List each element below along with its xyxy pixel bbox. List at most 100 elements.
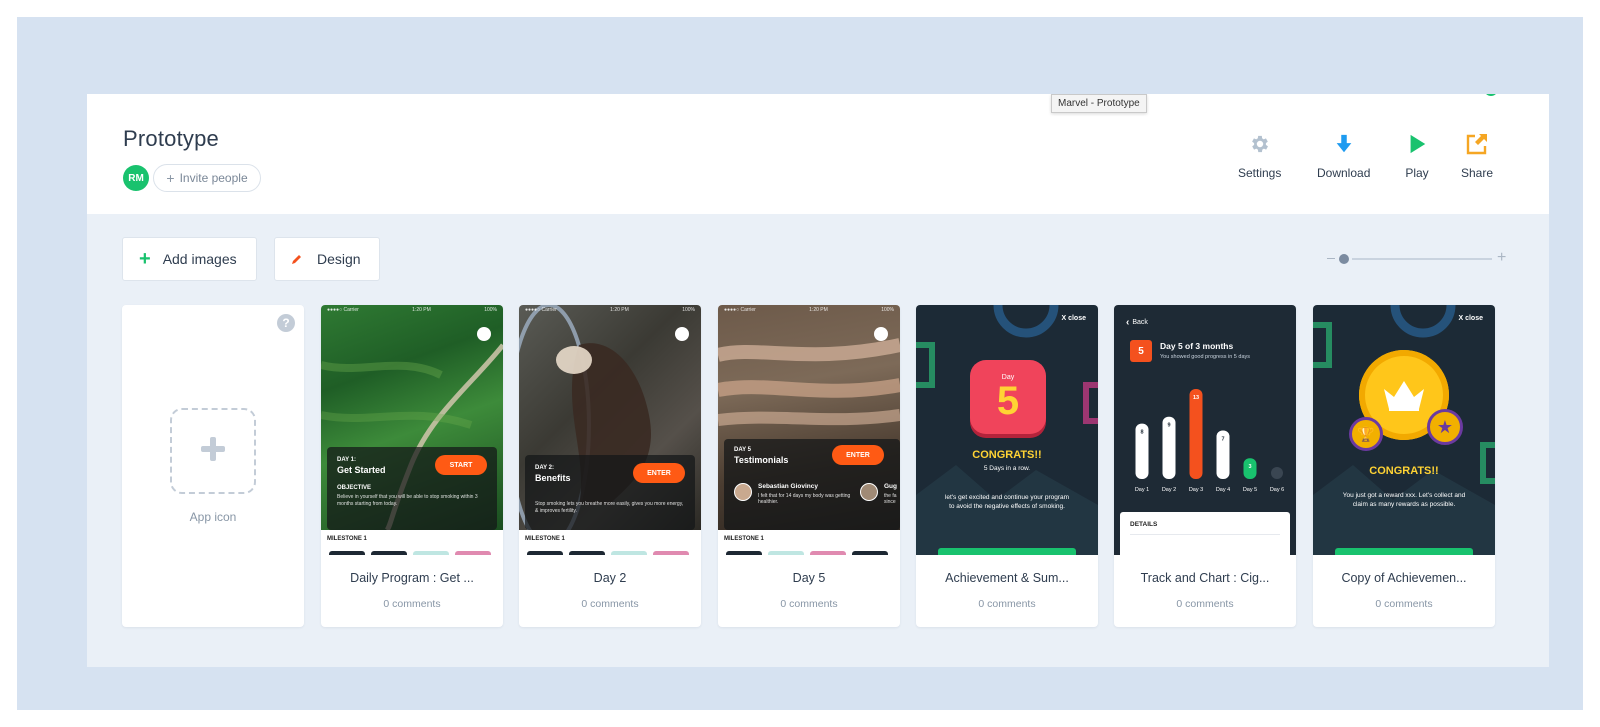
chart-subtitle: You showed good progress in 5 days — [1160, 354, 1250, 360]
chart-value-label: 13 — [1193, 395, 1199, 401]
close-link: X close — [1061, 315, 1086, 322]
chart-value-label: 9 — [1167, 423, 1170, 429]
play-button[interactable]: Play — [1405, 132, 1429, 180]
zoom-slider-handle[interactable] — [1339, 254, 1349, 264]
share-button[interactable]: Share — [1461, 132, 1493, 180]
testimonial-quote: I felt that for 14 days my body was gett… — [758, 493, 851, 505]
plus-icon: + — [166, 170, 175, 186]
screen-card[interactable]: ●●●●○ Carrier 1:20 PM 100% DAY 5 Testimo… — [718, 305, 900, 627]
battery-text: 100% — [484, 307, 497, 313]
start-button: START — [435, 455, 487, 475]
tooltip: Marvel - Prototype — [1051, 94, 1147, 113]
project-header: Prototype RM + Invite people Settings Do… — [87, 94, 1549, 214]
chart-value-label: 7 — [1221, 437, 1224, 443]
day-number-badge: 5 — [1130, 340, 1152, 362]
download-button[interactable]: Download — [1317, 132, 1370, 180]
chart-tick-label: Day 1 — [1135, 487, 1149, 493]
screen-title[interactable]: Day 5 — [718, 571, 900, 585]
battery-text: 100% — [682, 307, 695, 313]
plus-icon: + — [139, 248, 151, 270]
screen-card[interactable]: ●●●●○ Carrier 1:20 PM 100% DAY 2: Benefi… — [519, 305, 701, 627]
screen-card[interactable]: X close Day 5 CONGRATS!! 5 Days in a row… — [916, 305, 1098, 627]
cta-button — [1335, 548, 1473, 555]
carrier-text: ●●●●○ Carrier — [525, 307, 557, 313]
comments-count[interactable]: 0 comments — [1114, 598, 1296, 610]
testimonial-name: Sebastian Giovincy — [758, 483, 818, 490]
design-label: Design — [317, 251, 361, 267]
screen-thumbnail[interactable]: ●●●●○ Carrier 1:20 PM 100% DAY 2: Benefi… — [519, 305, 701, 555]
chart-value-label: 3 — [1248, 464, 1251, 470]
carrier-text: ●●●●○ Carrier — [327, 307, 359, 313]
invite-label: Invite people — [179, 171, 248, 185]
objective-label: OBJECTIVE — [337, 485, 372, 491]
testimonial-quote: the fa since — [884, 493, 897, 505]
screen-title[interactable]: Track and Chart : Cig... — [1114, 571, 1296, 585]
chart-bar — [1189, 389, 1203, 479]
program-panel: DAY 2: Benefits Stop smoking lets you br… — [525, 455, 695, 530]
screen-thumbnail[interactable]: ‹ Back 5 Day 5 of 3 months You showed go… — [1114, 305, 1296, 555]
screen-thumbnail[interactable]: X close 🏆 ★ CONGRATS!! You just got a re… — [1313, 305, 1495, 555]
day-badge: Day 5 — [970, 360, 1046, 434]
chart-tick-label: Day 5 — [1243, 487, 1257, 493]
invite-people-button[interactable]: + Invite people — [153, 164, 261, 192]
screen-title[interactable]: Achievement & Sum... — [916, 571, 1098, 585]
screen-thumbnail[interactable]: X close Day 5 CONGRATS!! 5 Days in a row… — [916, 305, 1098, 555]
congrats-subtitle: 5 Days in a row. — [983, 465, 1031, 472]
screen-thumbnail[interactable]: ●●●●○ Carrier 1:20 PM 100% DAY 1: Get St… — [321, 305, 503, 555]
screen-title[interactable]: Copy of Achievemen... — [1313, 571, 1495, 585]
chart-tick-label: Day 3 — [1189, 487, 1203, 493]
chart-bar — [1271, 467, 1283, 479]
zoom-out-icon[interactable] — [1327, 258, 1335, 259]
comments-count[interactable]: 0 comments — [1313, 598, 1495, 610]
screen-card[interactable]: X close 🏆 ★ CONGRATS!! You just got a re… — [1313, 305, 1495, 627]
help-icon[interactable]: ? — [277, 314, 295, 332]
cta-button — [938, 548, 1076, 555]
project-window: Prototype RM + Invite people Settings Do… — [87, 94, 1549, 667]
star-badge-icon: ★ — [1427, 409, 1463, 445]
settings-label: Settings — [1238, 166, 1282, 180]
trophy-badge-icon: 🏆 — [1349, 417, 1383, 451]
status-bar: ●●●●○ Carrier 1:20 PM 100% — [321, 305, 503, 315]
screen-card[interactable]: ‹ Back 5 Day 5 of 3 months You showed go… — [1114, 305, 1296, 627]
plus-icon — [200, 436, 226, 467]
design-button[interactable]: Design — [274, 237, 380, 281]
back-link: ‹ Back — [1126, 317, 1148, 328]
add-images-label: Add images — [162, 251, 237, 267]
share-label: Share — [1461, 166, 1494, 180]
settings-button[interactable]: Settings — [1238, 132, 1281, 180]
add-images-button[interactable]: + Add images — [122, 237, 257, 281]
comments-count[interactable]: 0 comments — [519, 598, 701, 610]
app-icon-dropzone[interactable] — [170, 408, 256, 494]
comments-count[interactable]: 0 comments — [718, 598, 900, 610]
chart-value-label: 8 — [1140, 430, 1143, 436]
download-icon — [1332, 132, 1356, 156]
avatar[interactable]: RM — [123, 165, 149, 191]
status-bar: ●●●●○ Carrier 1:20 PM 100% — [718, 305, 900, 315]
screen-title[interactable]: Day 2 — [519, 571, 701, 585]
carrier-text: ●●●●○ Carrier — [724, 307, 756, 313]
link-hotspot-icon — [874, 327, 888, 341]
program-panel: DAY 1: Get Started OBJECTIVE Believe in … — [327, 447, 497, 530]
chevron-left-icon: ‹ — [1126, 317, 1130, 328]
zoom-in-icon[interactable]: + — [1497, 249, 1506, 267]
testimonials-panel: DAY 5 Testimonials ENTER Sebastian Giovi… — [724, 439, 900, 530]
zoom-slider[interactable] — [1352, 258, 1492, 260]
screen-title[interactable]: Daily Program : Get ... — [321, 571, 503, 585]
link-hotspot-icon — [675, 327, 689, 341]
milestone-thumbs — [527, 551, 689, 555]
comments-count[interactable]: 0 comments — [321, 598, 503, 610]
enter-button: ENTER — [832, 445, 884, 465]
congrats-heading: CONGRATS!! — [1369, 465, 1439, 477]
comments-count[interactable]: 0 comments — [916, 598, 1098, 610]
time-text: 1:20 PM — [610, 307, 629, 313]
play-icon — [1405, 132, 1429, 156]
testimonial-name: Gug — [884, 483, 897, 490]
page-title: Prototype — [123, 126, 219, 151]
enter-button: ENTER — [633, 463, 685, 483]
screen-thumbnail[interactable]: ●●●●○ Carrier 1:20 PM 100% DAY 5 Testimo… — [718, 305, 900, 555]
status-bar: ●●●●○ Carrier 1:20 PM 100% — [519, 305, 701, 315]
chart-tick-label: Day 6 — [1270, 487, 1284, 493]
app-icon-card[interactable]: ? App icon — [122, 305, 304, 627]
screen-card[interactable]: ●●●●○ Carrier 1:20 PM 100% DAY 1: Get St… — [321, 305, 503, 627]
chart-tick-label: Day 2 — [1162, 487, 1176, 493]
